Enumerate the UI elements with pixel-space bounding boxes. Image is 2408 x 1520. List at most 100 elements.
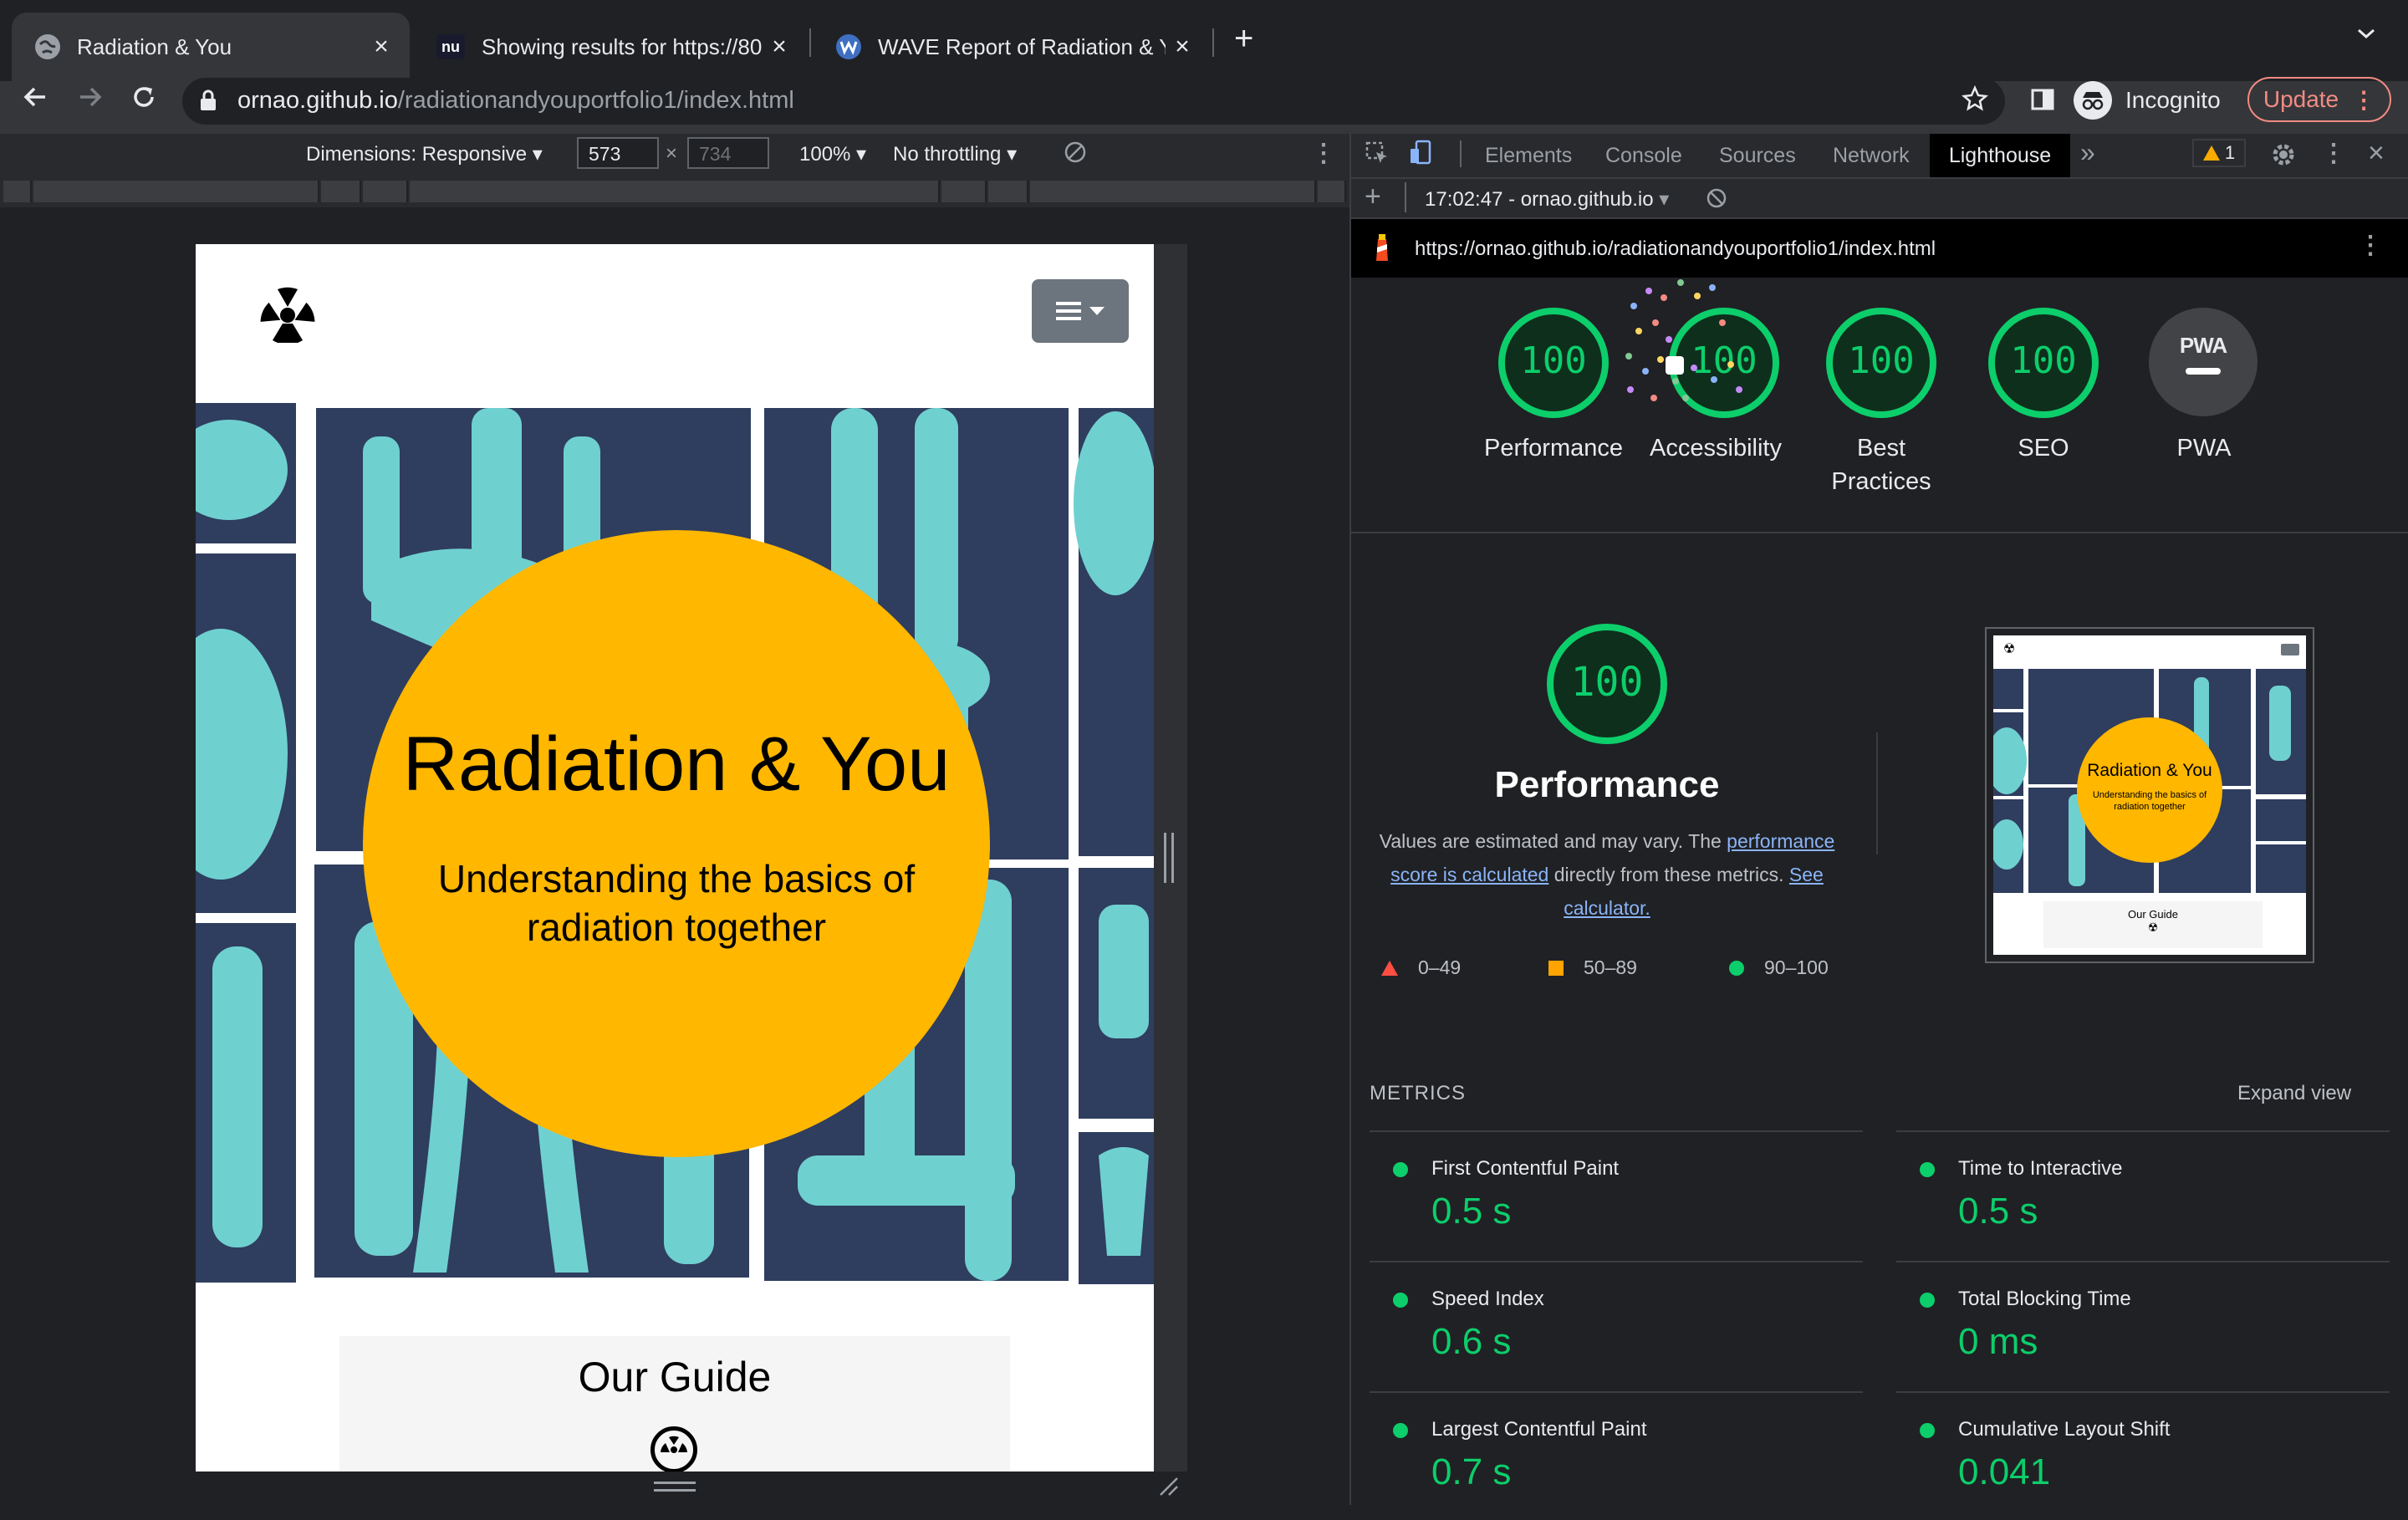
metric-name: Cumulative Layout Shift [1958,1418,2171,1441]
devtools-tab-lighthouse[interactable]: Lighthouse [1930,134,2070,177]
media-query-segment[interactable] [988,181,1028,202]
media-query-segment[interactable] [1318,181,1346,202]
tab-search-chevron-icon[interactable] [2356,27,2376,44]
clear-reports-icon[interactable] [1706,187,1727,213]
see-link[interactable]: See [1789,864,1824,885]
throttle-label: No throttling [893,143,1002,166]
tab-title: Radiation & You [77,33,232,59]
warning-triangle-icon [2202,145,2220,161]
gauge-pwa[interactable]: PWA [2149,308,2258,416]
close-tab-icon[interactable]: × [365,33,398,61]
hero-circle [363,530,990,1157]
tab-wave-report[interactable]: WAVE Report of Radiation & Yo × [813,13,1211,81]
settings-gear-icon[interactable] [2271,142,2296,171]
new-tab-plus-icon[interactable]: + [1234,20,1253,58]
throttling-dropdown[interactable]: No throttling ▾ [893,142,1017,166]
report-selector[interactable]: 17:02:47 - ornao.github.io ▾ [1425,187,1669,212]
metric-value: 0.041 [1958,1451,2051,1492]
thumb-logo-icon: ☢ [2003,642,2016,656]
dimensions-label: Dimensions: Responsive [306,143,528,166]
media-query-segment[interactable] [321,181,361,202]
media-query-segment[interactable] [410,181,940,202]
radiation-logo-icon[interactable] [253,278,323,347]
metric-first-contentful-paint[interactable]: First Contentful Paint 0.5 s [1370,1130,1863,1259]
reload-icon[interactable] [129,82,159,120]
new-report-plus-icon[interactable]: + [1365,181,1381,213]
expand-view-toggle[interactable]: Expand view [2237,1082,2351,1105]
close-devtools-icon[interactable]: × [2368,137,2385,170]
guide-title: Our Guide [578,1354,772,1400]
report-menu-icon[interactable]: ⋮ [2358,231,2383,260]
resize-handle-right[interactable] [1164,833,1174,883]
dimensions-dropdown[interactable]: Dimensions: Responsive ▾ [306,142,543,166]
side-panel-icon[interactable] [2030,87,2055,116]
red-triangle-icon [1381,960,1398,976]
times-separator: × [666,142,678,165]
guide-card[interactable]: Our Guide [339,1336,1010,1472]
gauge-seo[interactable]: 100 [1987,306,2100,424]
globe-icon [35,34,60,59]
height-input[interactable]: 734 [687,137,769,169]
metric-speed-index[interactable]: Speed Index 0.6 s [1370,1261,1863,1390]
gauge-label: Best Practices [1798,431,1965,498]
devtools-tab-sources[interactable]: Sources [1719,144,1796,168]
update-button[interactable]: Update ⋮ [2247,77,2391,122]
gauge-performance[interactable]: 100 [1497,306,1610,424]
media-query-segment[interactable] [1030,181,1316,202]
zoom-dropdown[interactable]: 100% ▾ [799,142,866,166]
report-url[interactable]: https://ornao.github.io/radiationandyoup… [1415,237,1936,261]
performance-score: 100 [1570,659,1644,706]
device-toggle-icon[interactable] [1408,139,1435,170]
gauge-label: PWA [2176,435,2232,462]
url-host: ornao.github.io [237,87,398,114]
metric-cumulative-layout-shift[interactable]: Cumulative Layout Shift 0.041 [1896,1391,2390,1520]
devtools-tab-console[interactable]: Console [1605,144,1682,168]
metric-time-to-interactive[interactable]: Time to Interactive 0.5 s [1896,1130,2390,1259]
close-tab-icon[interactable]: × [1166,33,1199,61]
lighthouse-logo-icon [1371,232,1393,267]
final-screenshot-thumbnail[interactable]: ☢ Radiation & You Understanding the basi… [1985,627,2314,963]
orange-square-icon [1548,960,1564,976]
width-input[interactable]: 573 [577,137,659,169]
gauge-best-practices[interactable]: 100 [1824,306,1938,424]
warnings-badge[interactable]: 1 [2192,139,2246,167]
more-tabs-icon[interactable]: » [2080,137,2095,168]
calculator-link[interactable]: calculator. [1564,897,1650,919]
metric-value: 0.7 s [1431,1451,1512,1492]
url-text[interactable]: ornao.github.io/radiationandyouportfolio… [237,87,794,115]
media-query-segment[interactable] [941,181,987,202]
media-query-segment[interactable] [3,181,32,202]
tab-divider [809,28,811,57]
media-query-segment[interactable] [363,181,408,202]
hero-section: Radiation & You Understanding the basics… [196,403,1154,1284]
hamburger-menu-button[interactable] [1032,279,1129,343]
device-more-icon[interactable]: ⋮ [1311,139,1336,168]
metric-name: First Contentful Paint [1431,1157,1620,1180]
incognito-profile-button[interactable]: Incognito [2074,77,2221,124]
lock-icon[interactable] [199,89,217,116]
rotate-icon[interactable] [1064,140,1087,168]
bookmark-star-icon[interactable] [1962,84,1988,116]
performance-link[interactable]: performance [1727,830,1834,852]
tab-showing-results[interactable]: nu Showing results for https://800 × [413,13,808,81]
emulated-page[interactable]: Radiation & You Understanding the basics… [196,244,1154,1472]
media-query-segment[interactable] [33,181,319,202]
pass-dot-icon [1920,1162,1935,1177]
devtools-tab-elements[interactable]: Elements [1485,144,1572,168]
devtools-tab-network[interactable]: Network [1833,144,1910,168]
metric-largest-contentful-paint[interactable]: Largest Contentful Paint 0.7 s [1370,1391,1863,1520]
resize-corner-icon[interactable] [1157,1475,1181,1502]
metric-total-blocking-time[interactable]: Total Blocking Time 0 ms [1896,1261,2390,1390]
legend-range: 90–100 [1764,956,1829,978]
toolbar-divider [1405,182,1406,212]
thumbnail-page: ☢ Radiation & You Understanding the basi… [1993,635,2306,955]
resize-handle-bottom[interactable] [654,1482,696,1492]
forward-arrow-icon[interactable] [75,82,105,120]
lighthouse-tab-label: Lighthouse [1948,144,2052,167]
score-calculated-link[interactable]: score is calculated [1390,864,1548,885]
back-arrow-icon[interactable] [20,82,50,120]
inspect-element-icon[interactable] [1365,140,1390,170]
tab-radiation-and-you[interactable]: Radiation & You × [12,13,410,81]
close-tab-icon[interactable]: × [763,33,796,61]
devtools-menu-icon[interactable]: ⋮ [2321,139,2346,168]
